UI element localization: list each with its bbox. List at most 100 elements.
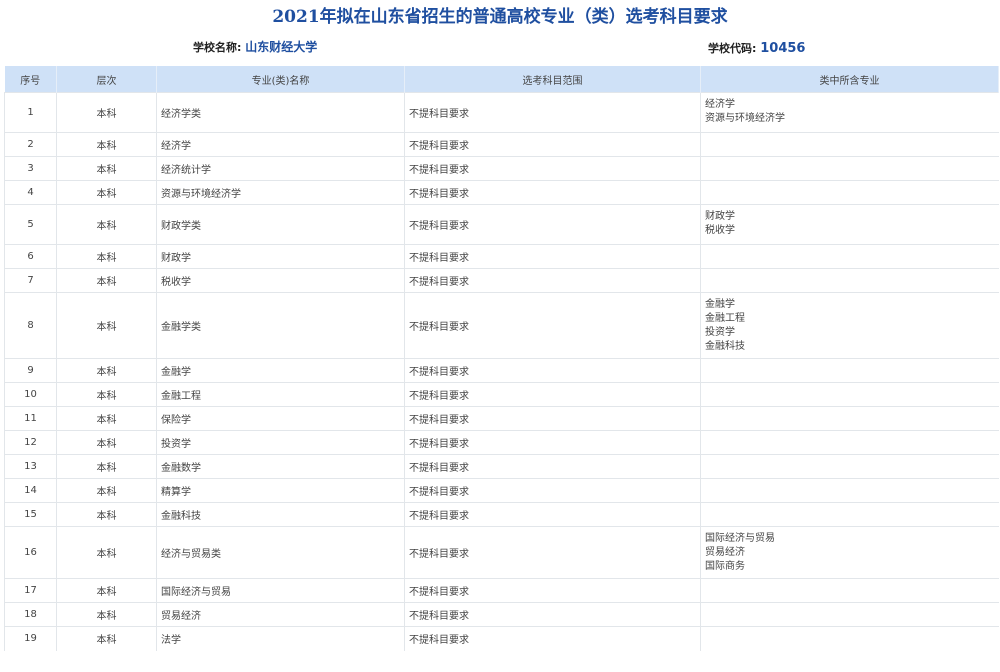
cell-major: 国际经济与贸易	[156, 578, 405, 603]
cell-level: 本科	[56, 180, 157, 205]
cell-sub-majors: 国际经济与贸易 贸易经济 国际商务	[700, 526, 999, 579]
cell-requirement: 不提科目要求	[404, 204, 701, 245]
sub-major: 贸易经济	[705, 547, 745, 558]
cell-no: 18	[4, 602, 57, 627]
cell-level: 本科	[56, 526, 157, 579]
cell-requirement: 不提科目要求	[404, 626, 701, 651]
school-name: 学校名称: 山东财经大学	[193, 38, 317, 55]
school-name-label: 学校名称:	[193, 41, 242, 54]
cell-level: 本科	[56, 502, 157, 527]
cell-level: 本科	[56, 268, 157, 293]
sub-major: 税收学	[705, 225, 735, 236]
header-level: 层次	[56, 66, 157, 93]
sub-major: 资源与环境经济学	[705, 113, 785, 124]
cell-requirement: 不提科目要求	[404, 526, 701, 579]
cell-requirement: 不提科目要求	[404, 430, 701, 455]
sub-major: 金融学	[705, 299, 735, 310]
cell-requirement: 不提科目要求	[404, 382, 701, 407]
cell-sub-majors	[700, 180, 999, 205]
school-code-label: 学校代码:	[708, 42, 757, 55]
cell-no: 9	[4, 358, 57, 383]
cell-major: 经济统计学	[156, 156, 405, 181]
cell-sub-majors: 经济学 资源与环境经济学	[700, 92, 999, 133]
cell-no: 5	[4, 204, 57, 245]
cell-requirement: 不提科目要求	[404, 358, 701, 383]
cell-sub-majors	[700, 406, 999, 431]
cell-requirement: 不提科目要求	[404, 454, 701, 479]
cell-sub-majors	[700, 454, 999, 479]
table-row: 18 本科 贸易经济 不提科目要求	[4, 602, 999, 627]
table-row: 12 本科 投资学 不提科目要求	[4, 430, 999, 455]
table-row: 15 本科 金融科技 不提科目要求	[4, 502, 999, 527]
cell-level: 本科	[56, 92, 157, 133]
cell-sub-majors	[700, 382, 999, 407]
table-body: 1 本科 经济学类 不提科目要求 经济学 资源与环境经济学 2 本科 经济学 不提科目要求 3 本科经…	[4, 92, 999, 651]
sub-major: 金融工程	[705, 313, 745, 324]
cell-no: 12	[4, 430, 57, 455]
cell-level: 本科	[56, 430, 157, 455]
cell-major: 精算学	[156, 478, 405, 503]
table-row: 11 本科 保险学 不提科目要求	[4, 406, 999, 431]
header-requirement: 选考科目范围	[404, 66, 701, 93]
table-row: 1 本科 经济学类 不提科目要求 经济学 资源与环境经济学	[4, 92, 999, 133]
cell-no: 8	[4, 292, 57, 359]
cell-level: 本科	[56, 382, 157, 407]
cell-level: 本科	[56, 292, 157, 359]
table-row: 8 本科 金融学类 不提科目要求 金融学 金融工程 投资学 金融科技	[4, 292, 999, 359]
cell-major: 金融数学	[156, 454, 405, 479]
table-row: 16 本科 经济与贸易类 不提科目要求 国际经济与贸易 贸易经济 国际商务	[4, 526, 999, 579]
cell-sub-majors	[700, 244, 999, 269]
cell-sub-majors	[700, 132, 999, 157]
cell-sub-majors	[700, 478, 999, 503]
table-row: 19 本科 法学 不提科目要求	[4, 626, 999, 651]
cell-no: 11	[4, 406, 57, 431]
cell-requirement: 不提科目要求	[404, 132, 701, 157]
cell-sub-majors	[700, 602, 999, 627]
header-no: 序号	[4, 66, 57, 93]
cell-requirement: 不提科目要求	[404, 406, 701, 431]
cell-requirement: 不提科目要求	[404, 578, 701, 603]
cell-no: 1	[4, 92, 57, 133]
table-row: 14 本科 精算学 不提科目要求	[4, 478, 999, 503]
cell-major: 财政学类	[156, 204, 405, 245]
cell-requirement: 不提科目要求	[404, 156, 701, 181]
cell-major: 经济学类	[156, 92, 405, 133]
header-sub-majors: 类中所含专业	[700, 66, 999, 93]
cell-no: 2	[4, 132, 57, 157]
table-row: 3 本科 经济统计学 不提科目要求	[4, 156, 999, 181]
cell-major: 金融学类	[156, 292, 405, 359]
sub-major: 财政学	[705, 211, 735, 222]
cell-major: 金融工程	[156, 382, 405, 407]
cell-no: 10	[4, 382, 57, 407]
cell-requirement: 不提科目要求	[404, 292, 701, 359]
page-title: 2021年拟在山东省招生的普通高校专业（类）选考科目要求	[272, 7, 728, 27]
cell-major: 金融学	[156, 358, 405, 383]
cell-sub-majors	[700, 268, 999, 293]
cell-major: 财政学	[156, 244, 405, 269]
table-header-row: 序号 层次 专业(类)名称 选考科目范围 类中所含专业	[4, 66, 999, 93]
sub-major: 国际经济与贸易	[705, 533, 775, 544]
cell-level: 本科	[56, 358, 157, 383]
school-name-value: 山东财经大学	[245, 40, 318, 54]
cell-level: 本科	[56, 478, 157, 503]
table-row: 7 本科 税收学 不提科目要求	[4, 268, 999, 293]
table-row: 6 本科 财政学 不提科目要求	[4, 244, 999, 269]
cell-level: 本科	[56, 156, 157, 181]
cell-sub-majors: 金融学 金融工程 投资学 金融科技	[700, 292, 999, 359]
cell-requirement: 不提科目要求	[404, 268, 701, 293]
cell-major: 法学	[156, 626, 405, 651]
cell-no: 19	[4, 626, 57, 651]
cell-requirement: 不提科目要求	[404, 92, 701, 133]
table-row: 5 本科 财政学类 不提科目要求 财政学 税收学	[4, 204, 999, 245]
cell-requirement: 不提科目要求	[404, 602, 701, 627]
cell-major: 贸易经济	[156, 602, 405, 627]
table-row: 9 本科 金融学 不提科目要求	[4, 358, 999, 383]
cell-level: 本科	[56, 602, 157, 627]
cell-no: 16	[4, 526, 57, 579]
sub-major: 金融科技	[705, 341, 745, 352]
cell-level: 本科	[56, 578, 157, 603]
cell-sub-majors	[700, 502, 999, 527]
cell-no: 4	[4, 180, 57, 205]
cell-no: 17	[4, 578, 57, 603]
school-code-value: 10456	[760, 41, 806, 56]
